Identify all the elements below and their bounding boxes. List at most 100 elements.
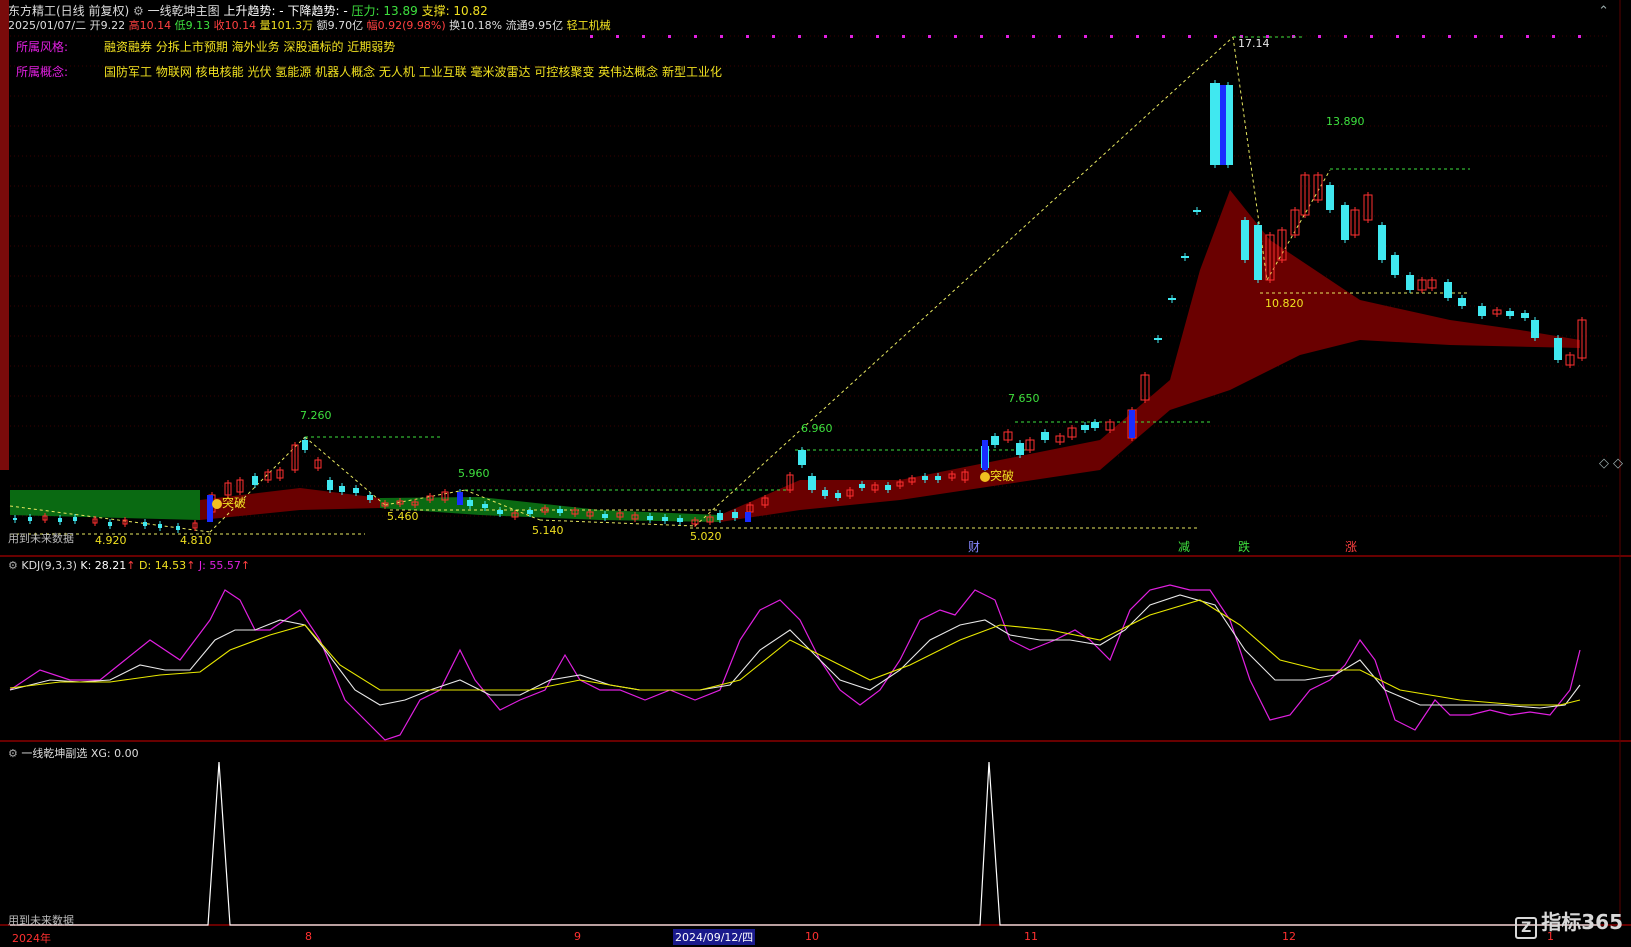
top-dot [1370,35,1373,38]
trend-line [694,36,1234,527]
candle-down [302,440,308,450]
candle-down [1554,338,1562,360]
kdj-title[interactable]: KDJ(9,3,3) [21,559,77,572]
top-dot [824,35,827,38]
future-data-sub: 用到未来数据 [8,914,74,927]
kdj-arrow-icon[interactable]: ◇ [1613,456,1623,471]
candle-down [58,518,62,522]
top-dot [1474,35,1477,38]
indicator-name[interactable]: 一线乾坤主图 [148,4,220,18]
candle-down [1181,256,1189,258]
event-zhang: 涨 [1345,539,1357,554]
sub-title[interactable]: 一线乾坤副选 [21,747,87,760]
top-dot [1006,35,1009,38]
quote-date: 2025/01/07/二 [8,19,87,32]
label-5-960: 5.960 [458,467,490,480]
stock-title[interactable]: 东方精工(日线 前复权) [8,4,129,18]
quote-industry[interactable]: 轻工机械 [567,19,611,32]
quote-amount: 额9.70亿 [316,19,364,32]
label-13-890: 13.890 [1326,115,1365,128]
candle-down [327,480,333,490]
candle-down [1241,220,1249,260]
breakout-icon [212,499,222,509]
candle-down [1506,311,1514,316]
top-dot [1136,35,1139,38]
kdj-collapse-icon[interactable]: ◇ [1599,456,1609,471]
watermark-icon: Z [1515,917,1538,939]
style-value: 融资融券 分拆上市预期 海外业务 深股通标的 近期弱势 [104,40,396,54]
sub-header: ⚙ 一线乾坤副选 XG: 0.00 [8,745,139,761]
candle-down [1210,83,1220,165]
quote-volume: 量101.3万 [259,19,314,32]
candle-down [1091,422,1099,428]
top-dot [746,35,749,38]
top-dot [1188,35,1191,38]
event-cai: 财 [968,540,980,554]
breakout-label-1: 突破 [222,495,246,510]
candle-down [822,490,828,496]
label-5-020: 5.020 [690,530,722,543]
concept-values: 国防军工 物联网 核电核能 光伏 氢能源 机器人概念 无人机 工业互联 毫米波雷… [104,63,722,80]
top-dot [668,35,671,38]
top-dot [1526,35,1529,38]
candle-down [1016,443,1024,455]
signal-candle [1129,410,1135,438]
candle-down [717,513,723,520]
candle-down [859,484,865,488]
axis-year: 2024年 [12,932,51,945]
candle-down [13,518,17,520]
kdj-settings-icon[interactable]: ⚙ [8,559,18,572]
sub-indicator-lines [10,761,1600,926]
candle-down [1444,282,1452,298]
side-tab[interactable] [0,0,9,470]
candle-down [1378,225,1386,260]
top-dot [980,35,983,38]
top-dot [1318,35,1321,38]
axis-month-9: 9 [574,930,581,943]
d-arrow-icon: ↑ [186,559,196,572]
candle-down [339,486,345,492]
k-arrow-icon: ↑ [126,559,136,572]
kdj-lines [9,584,1581,741]
sub-settings-icon[interactable]: ⚙ [8,747,18,760]
future-data-main: 用到未来数据 [8,532,74,545]
collapse-icon[interactable]: ⌃ [1598,4,1609,19]
style-row: 所属风格: [16,38,68,55]
event-jian: 减 [1178,540,1190,554]
grid [0,0,1631,926]
candle-down [677,518,683,522]
kdj-header: ⚙ KDJ(9,3,3) K: 28.21↑ D: 14.53↑ J: 55.5… [8,559,250,572]
top-dot [1396,35,1399,38]
candle-down [935,476,941,480]
candle-down [647,516,653,520]
label-4-920: 4.920 [95,534,127,547]
candle-down [885,485,891,490]
label-5-460: 5.460 [387,510,419,523]
signal-candle [982,440,988,470]
kdj-k: K: 28.21 [80,559,127,572]
signal-candle [745,512,751,522]
kdj-j: J: 55.57 [198,559,241,572]
xg-line [10,761,1600,926]
axis-month-8: 8 [305,930,312,943]
top-dot [772,35,775,38]
top-dot [1058,35,1061,38]
candle-down [367,495,373,500]
breakout-icon [980,472,990,482]
down-trend: 下降趋势: - [287,4,348,18]
ma-band-green [10,490,200,520]
top-dot [642,35,645,38]
settings-icon[interactable]: ⚙ [133,4,144,18]
top-dot [1214,35,1217,38]
kdj-d: D: 14.53 [139,559,187,572]
quote-high: 高10.14 [128,19,172,32]
j-arrow-icon: ↑ [240,559,251,572]
candle-down [353,488,359,493]
label-7-650: 7.650 [1008,392,1040,405]
header-line-2: 2025/01/07/二 开9.22 高10.14 低9.13 收10.14 量… [8,17,611,33]
candle-down [482,504,488,508]
top-dot [1422,35,1425,38]
up-trend: 上升趋势: - [223,4,284,18]
top-dot [720,35,723,38]
concept-row: 所属概念: [16,63,68,80]
